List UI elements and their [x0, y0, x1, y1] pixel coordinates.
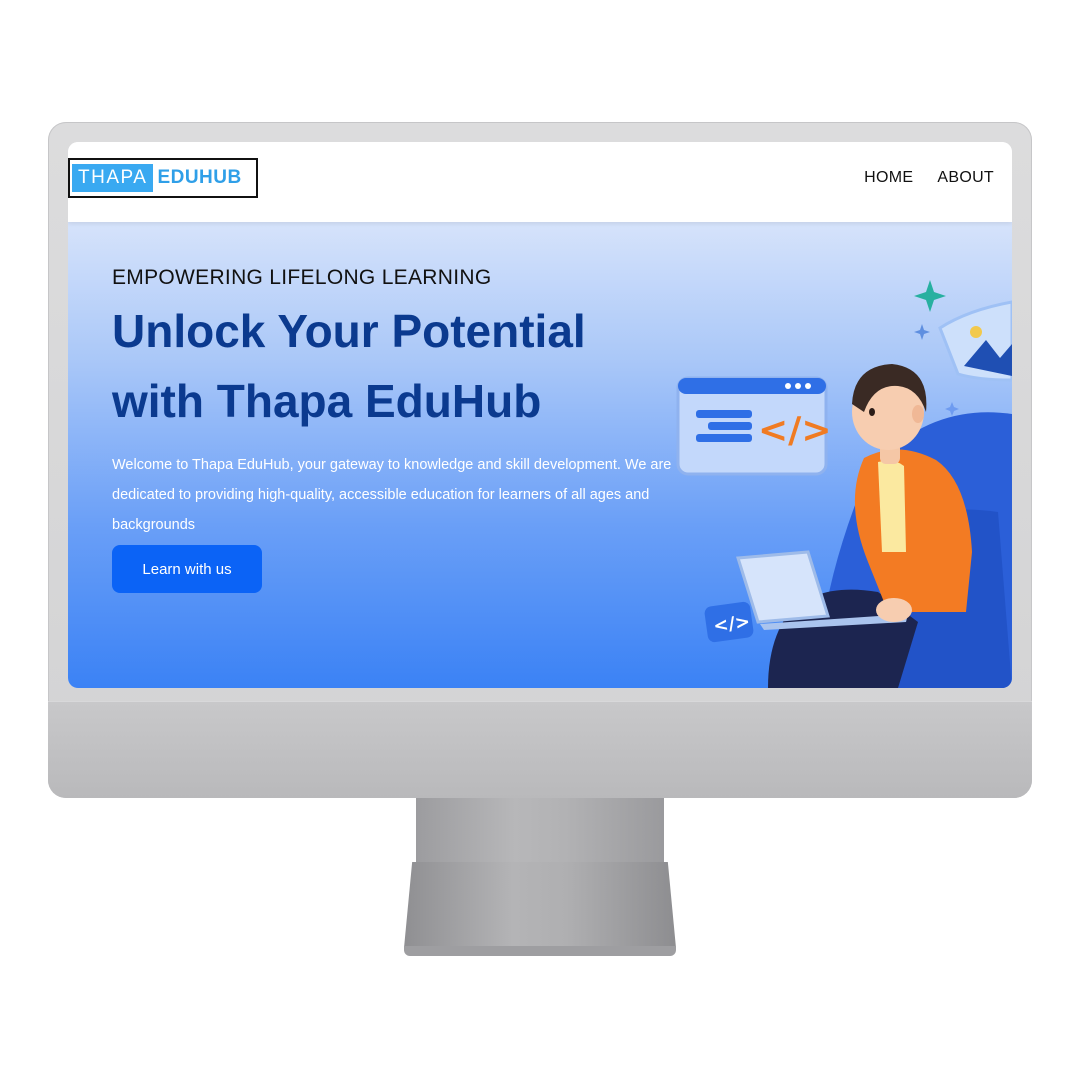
code-window-icon: </> — [676, 376, 831, 476]
nav-menu: HOME ABOUT — [864, 169, 994, 187]
sparkle-icon — [914, 280, 946, 312]
logo-text-thapa: THAPA — [72, 164, 154, 192]
sparkle-icon — [914, 324, 930, 340]
screen: THAPA EDUHUB HOME ABOUT EMPOWERING LIFEL… — [68, 142, 1012, 688]
monitor-stand-base — [404, 862, 676, 948]
image-card-icon — [938, 300, 1012, 382]
monitor-stand-foot — [404, 946, 676, 956]
hero-illustration: </> </> — [676, 280, 1012, 688]
nav-item-about[interactable]: ABOUT — [937, 169, 994, 187]
sparkle-icon — [945, 402, 959, 416]
hero-headline: Unlock Your Potential with Thapa EduHub — [112, 305, 586, 427]
brand-logo[interactable]: THAPA EDUHUB — [68, 158, 258, 198]
logo-text-eduhub: EDUHUB — [157, 167, 242, 188]
monitor-chin — [48, 701, 1032, 798]
monitor-stand-neck — [416, 798, 664, 864]
hero-section: EMPOWERING LIFELONG LEARNING Unlock Your… — [68, 222, 1012, 688]
code-badge-icon: </> — [704, 601, 754, 643]
nav-item-home[interactable]: HOME — [864, 169, 913, 187]
hero-eyebrow: EMPOWERING LIFELONG LEARNING — [112, 266, 492, 289]
code-glyph: </> — [758, 410, 831, 451]
navbar: THAPA EDUHUB HOME ABOUT — [68, 142, 1012, 222]
desktop-mockup: THAPA EDUHUB HOME ABOUT EMPOWERING LIFEL… — [0, 0, 1080, 1080]
learn-with-us-button[interactable]: Learn with us — [112, 545, 262, 593]
hero-description: Welcome to Thapa EduHub, your gateway to… — [112, 457, 672, 533]
